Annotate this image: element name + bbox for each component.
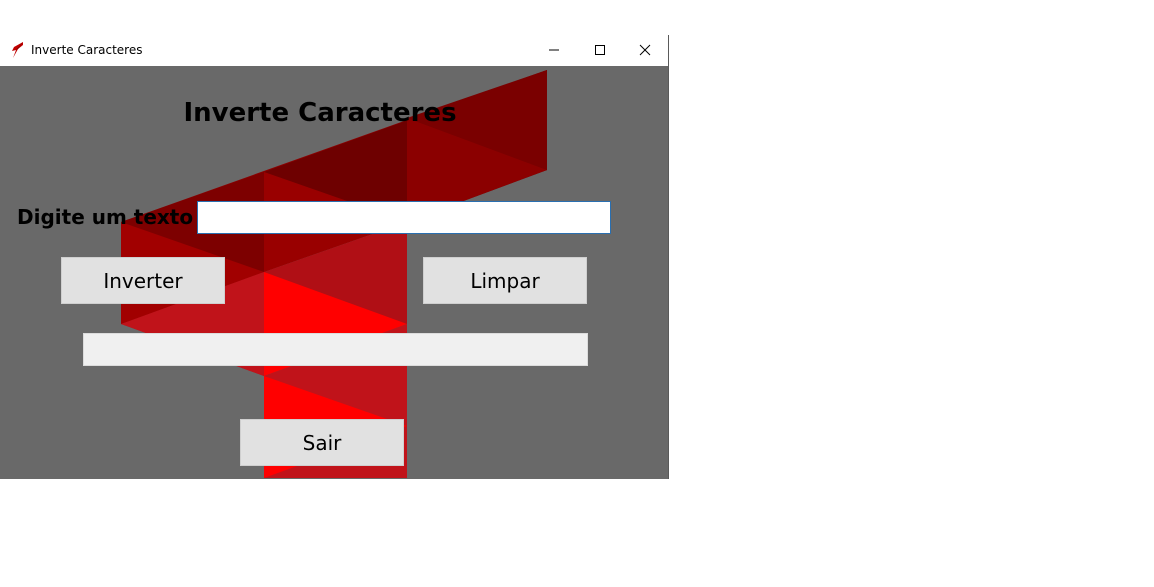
result-output: [83, 333, 588, 366]
sair-button[interactable]: Sair: [240, 419, 404, 466]
title-bar[interactable]: Inverte Caracteres: [0, 35, 668, 66]
window-title: Inverte Caracteres: [31, 43, 143, 57]
text-input[interactable]: [197, 201, 611, 234]
close-button[interactable]: [622, 35, 668, 66]
app-window: Inverte Caracteres Inverte Caracteres Di…: [0, 35, 669, 479]
limpar-button[interactable]: Limpar: [423, 257, 587, 304]
text-input-label: Digite um texto: [17, 205, 194, 229]
maximize-button[interactable]: [577, 35, 623, 66]
minimize-button[interactable]: [531, 35, 577, 66]
page-title: Inverte Caracteres: [183, 98, 457, 128]
inverter-button[interactable]: Inverter: [61, 257, 225, 304]
app-feather-icon: [11, 41, 25, 59]
client-area: Inverte Caracteres Digite um texto Inver…: [0, 66, 668, 479]
